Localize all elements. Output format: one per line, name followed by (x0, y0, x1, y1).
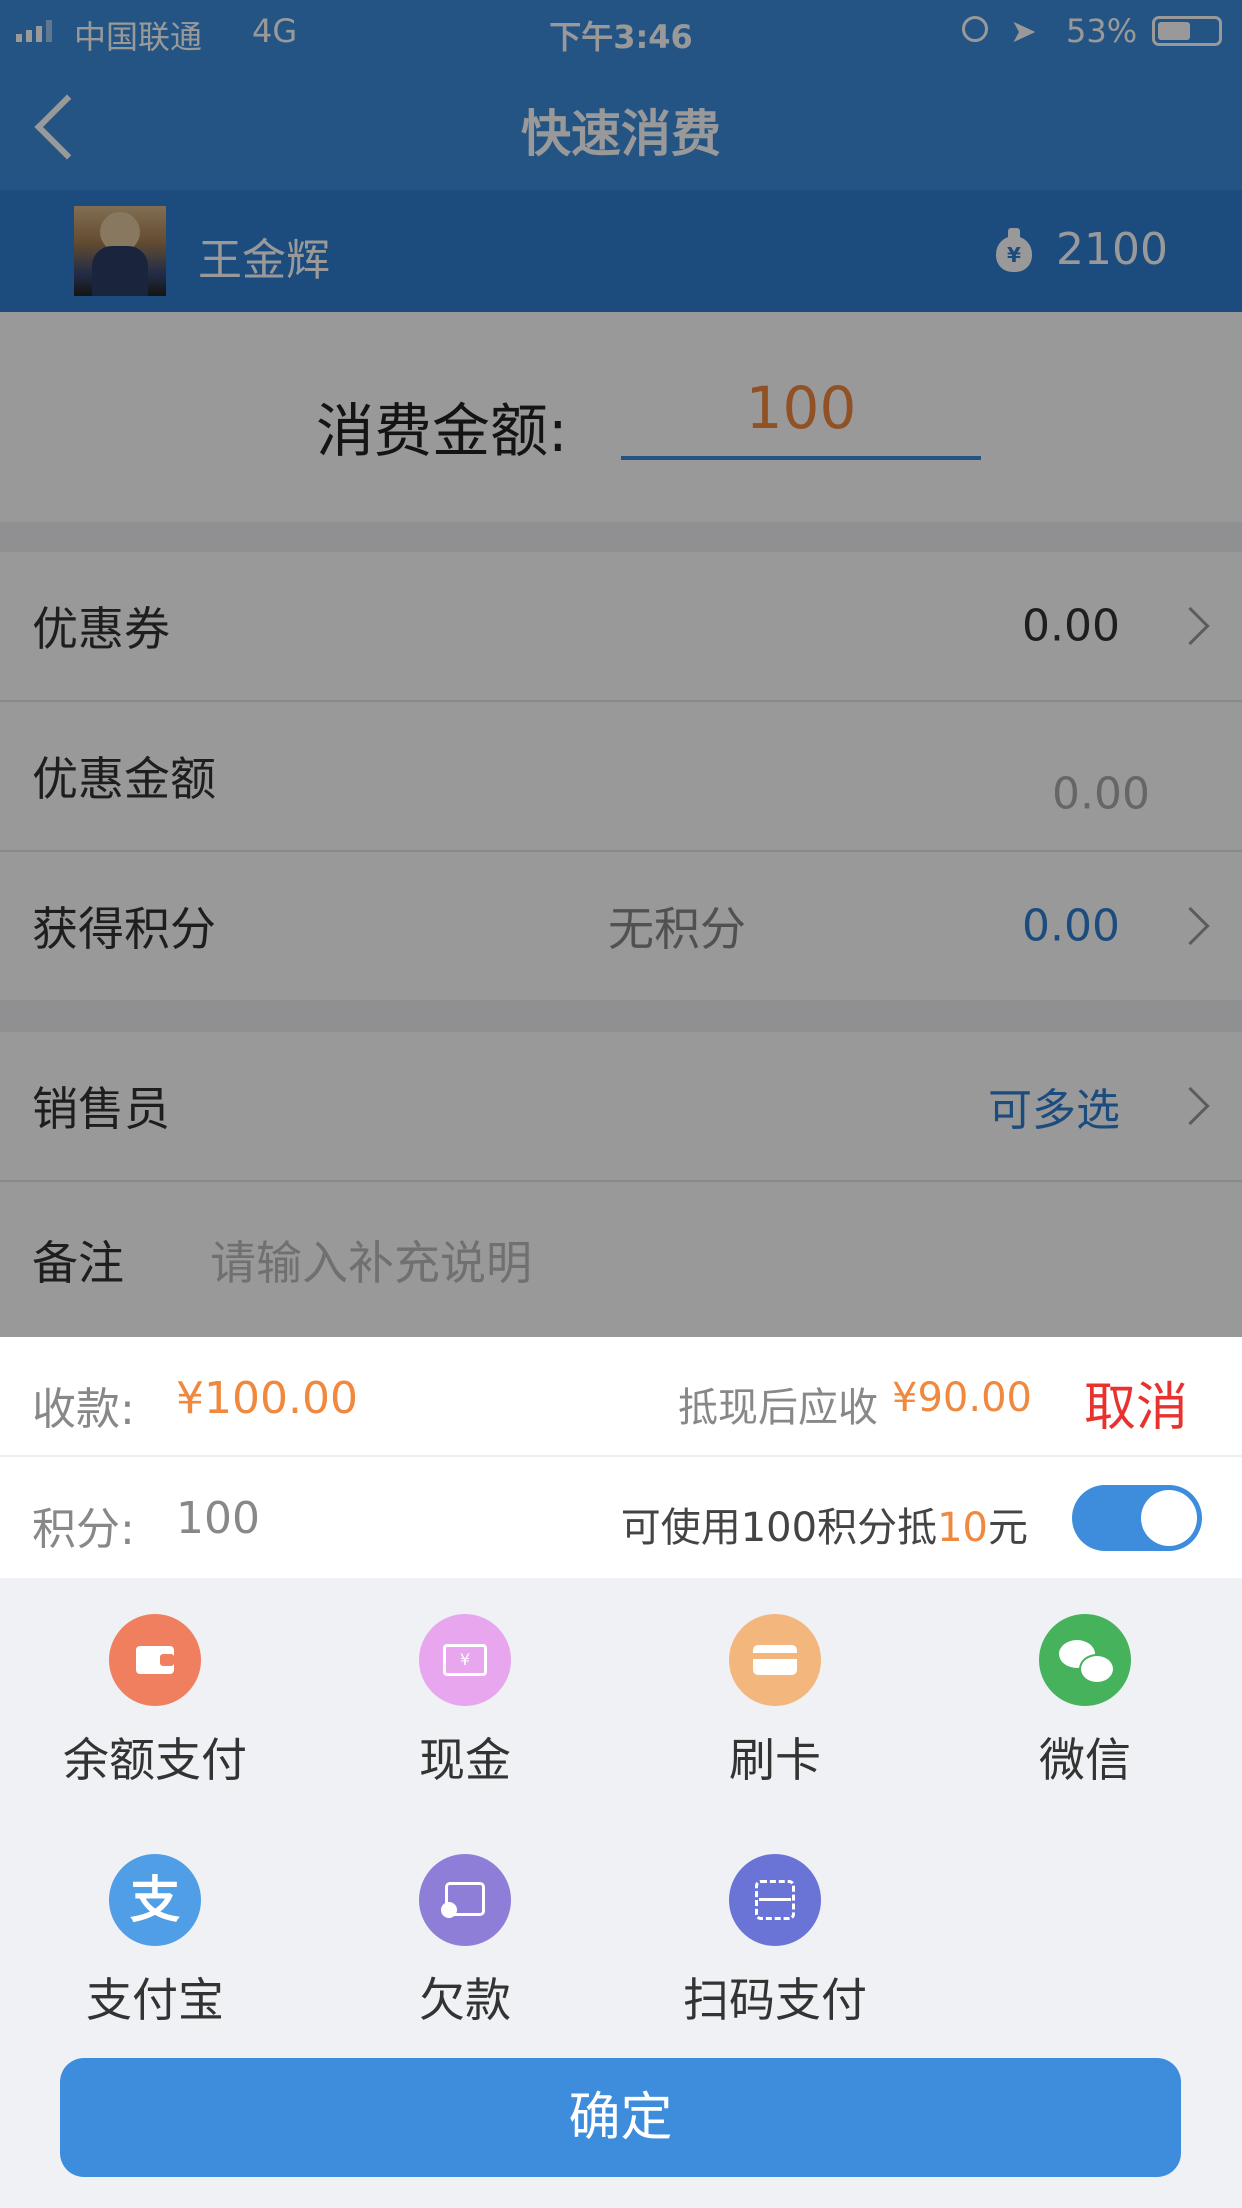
points-value: 100 (176, 1493, 260, 1544)
pay-card-label: 刷卡 (729, 1733, 821, 1787)
deduct-prefix: 可使用100积分抵 (620, 1505, 938, 1551)
confirm-button[interactable]: 确定 (60, 2058, 1181, 2177)
pay-debt-label: 欠款 (419, 1973, 511, 2027)
pay-cash[interactable]: ¥ 现金 (310, 1614, 620, 1790)
dim-overlay[interactable] (0, 0, 1242, 1337)
wechat-icon (1039, 1614, 1131, 1706)
pay-wechat-label: 微信 (1039, 1733, 1131, 1787)
points-row: 积分: 100 可使用100积分抵10元 (0, 1457, 1242, 1578)
pay-wechat[interactable]: 微信 (930, 1614, 1240, 1790)
pay-card[interactable]: 刷卡 (620, 1614, 930, 1790)
deduct-amount: 10 (937, 1505, 988, 1551)
points-deduct-text: 可使用100积分抵10元 (621, 1495, 1028, 1553)
cash-icon: ¥ (419, 1614, 511, 1706)
pay-balance-label: 余额支付 (63, 1733, 247, 1787)
points-label: 积分: (32, 1504, 135, 1555)
pay-alipay-label: 支付宝 (86, 1973, 224, 2027)
receive-label: 收款: (32, 1384, 135, 1435)
pay-balance[interactable]: 余额支付 (0, 1614, 310, 1790)
receive-row: 收款: ¥100.00 抵现后应收 ¥90.00 取消 (0, 1337, 1242, 1457)
points-deduct-toggle[interactable] (1072, 1485, 1202, 1551)
wallet-icon (109, 1614, 201, 1706)
pay-debt[interactable]: 欠款 (310, 1854, 620, 2030)
after-deduct-label: 抵现后应收 (678, 1385, 878, 1431)
pay-alipay[interactable]: 支 支付宝 (0, 1854, 310, 2030)
toggle-knob (1141, 1490, 1197, 1546)
card-icon (729, 1614, 821, 1706)
deduct-unit: 元 (988, 1505, 1028, 1551)
after-deduct-amount: ¥90.00 (892, 1375, 1032, 1421)
pay-cash-label: 现金 (419, 1733, 511, 1787)
cancel-button[interactable]: 取消 (1084, 1365, 1188, 1440)
alipay-icon: 支 (109, 1854, 201, 1946)
receive-amount: ¥100.00 (176, 1373, 358, 1424)
debt-icon (419, 1854, 511, 1946)
pay-scan[interactable]: 扫码支付 (620, 1854, 930, 2030)
pay-scan-label: 扫码支付 (683, 1973, 867, 2027)
scan-icon (729, 1854, 821, 1946)
